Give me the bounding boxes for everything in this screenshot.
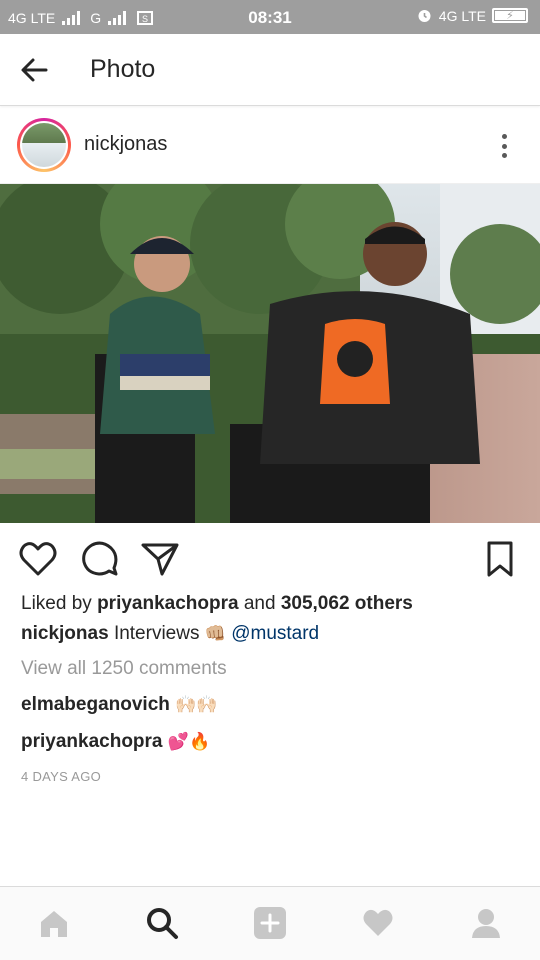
nav-search[interactable] <box>142 905 182 941</box>
avatar-image <box>22 123 66 167</box>
likes-summary: Liked by priyankachopra and 305,062 othe… <box>21 593 413 615</box>
status-bar: 4G LTE G S 08:31 4G LTE ⚡ <box>0 0 540 34</box>
comment-username[interactable]: elmabeganovich <box>21 694 170 715</box>
avatar[interactable] <box>17 118 71 172</box>
post-caption: nickjonas Interviews 👊🏼 @mustard <box>21 623 319 645</box>
share-icon[interactable] <box>140 540 180 578</box>
photo-image <box>0 184 540 523</box>
app-header: Photo <box>0 34 540 106</box>
nav-home[interactable] <box>34 905 74 941</box>
page-title: Photo <box>90 55 156 83</box>
liked-by-and: and <box>243 593 276 614</box>
likes-count[interactable]: 305,062 others <box>281 593 413 614</box>
caption-username[interactable]: nickjonas <box>21 623 109 644</box>
liked-by-user[interactable]: priyankachopra <box>97 593 239 614</box>
status-right: 4G LTE ⚡ <box>416 7 528 24</box>
caption-text: Interviews <box>113 623 200 644</box>
back-arrow-icon <box>21 58 48 82</box>
post-actions <box>0 523 540 593</box>
search-icon <box>147 908 178 939</box>
post-header: nickjonas <box>0 107 540 184</box>
home-icon <box>41 911 67 937</box>
heart-icon[interactable] <box>18 540 58 578</box>
caption-mention[interactable]: @mustard <box>231 623 319 644</box>
profile-icon <box>472 909 500 938</box>
alarm-icon <box>418 10 431 22</box>
more-options-icon[interactable] <box>494 131 514 161</box>
network-type-right: 4G LTE <box>438 7 486 24</box>
comment-item: elmabeganovich 🙌🏻🙌🏻 <box>21 694 218 716</box>
bottom-navigation <box>0 886 540 960</box>
back-button[interactable] <box>18 54 52 86</box>
nav-activity[interactable] <box>358 905 398 941</box>
comment-text: 🙌🏻🙌🏻 <box>175 695 218 715</box>
bookmark-icon[interactable] <box>482 540 518 578</box>
liked-by-prefix: Liked by <box>21 593 92 614</box>
comment-username[interactable]: priyankachopra <box>21 731 163 752</box>
comment-icon[interactable] <box>80 540 120 578</box>
comment-item: priyankachopra 💕🔥 <box>21 731 210 753</box>
nav-profile[interactable] <box>466 905 506 941</box>
caption-emoji: 👊🏼 <box>204 624 226 644</box>
post-photo[interactable] <box>0 184 540 523</box>
post-username[interactable]: nickjonas <box>84 133 167 156</box>
battery-icon: ⚡ <box>492 8 528 23</box>
add-post-icon <box>254 907 286 939</box>
activity-heart-icon <box>363 909 393 936</box>
post-timestamp: 4 DAYS AGO <box>21 769 102 784</box>
comment-text: 💕🔥 <box>167 732 211 752</box>
nav-add-post[interactable] <box>250 905 290 941</box>
view-all-comments-link[interactable]: View all 1250 comments <box>21 658 227 680</box>
